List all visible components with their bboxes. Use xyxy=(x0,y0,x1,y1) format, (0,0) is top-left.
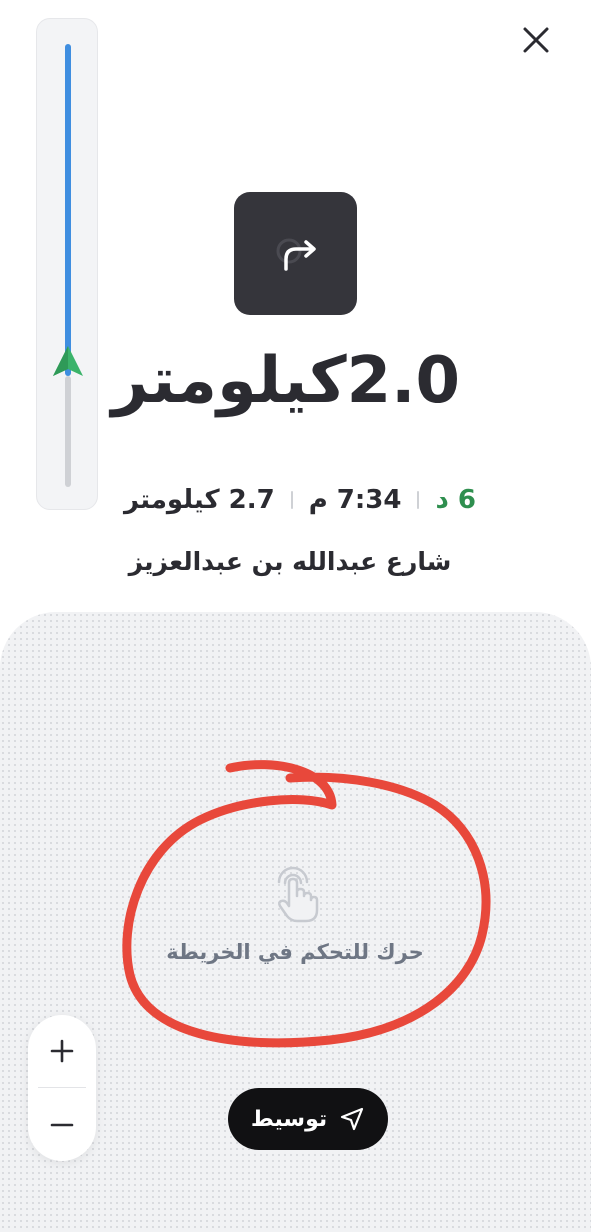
trip-stats: 6 د 7:34 م 2.7 كيلومتر xyxy=(100,478,500,522)
time-remaining: 6 د xyxy=(435,485,476,515)
hand-pointer-icon xyxy=(277,866,319,923)
current-position-icon xyxy=(53,346,83,376)
plus-icon xyxy=(50,1039,74,1063)
street-name: شارع عبدالله بن عبدالعزيز xyxy=(128,547,452,576)
zoom-control xyxy=(28,1015,96,1161)
minus-icon xyxy=(50,1123,74,1127)
maneuver-icon-box xyxy=(234,192,357,315)
zoom-divider xyxy=(38,1087,86,1088)
navigation-arrow-icon xyxy=(341,1107,364,1131)
map-hint-text: حرك للتحكم في الخريطة xyxy=(166,940,424,964)
route-progress-bar xyxy=(36,18,98,510)
stats-separator xyxy=(290,491,293,509)
route-remaining-track xyxy=(65,44,71,376)
recenter-button[interactable]: توسيط xyxy=(228,1088,388,1150)
stats-separator xyxy=(417,491,420,509)
close-icon xyxy=(523,27,549,53)
zoom-in-button[interactable] xyxy=(28,1015,96,1087)
maneuver-distance: 2.0كيلومتر xyxy=(111,344,460,418)
close-button[interactable] xyxy=(516,20,556,60)
arrival-time: 7:34 م xyxy=(308,485,402,515)
turn-right-icon xyxy=(276,238,316,271)
zoom-out-button[interactable] xyxy=(28,1089,96,1161)
route-traveled-track xyxy=(65,376,71,487)
recenter-label: توسيط xyxy=(250,1106,328,1132)
distance-remaining: 2.7 كيلومتر xyxy=(124,485,275,515)
